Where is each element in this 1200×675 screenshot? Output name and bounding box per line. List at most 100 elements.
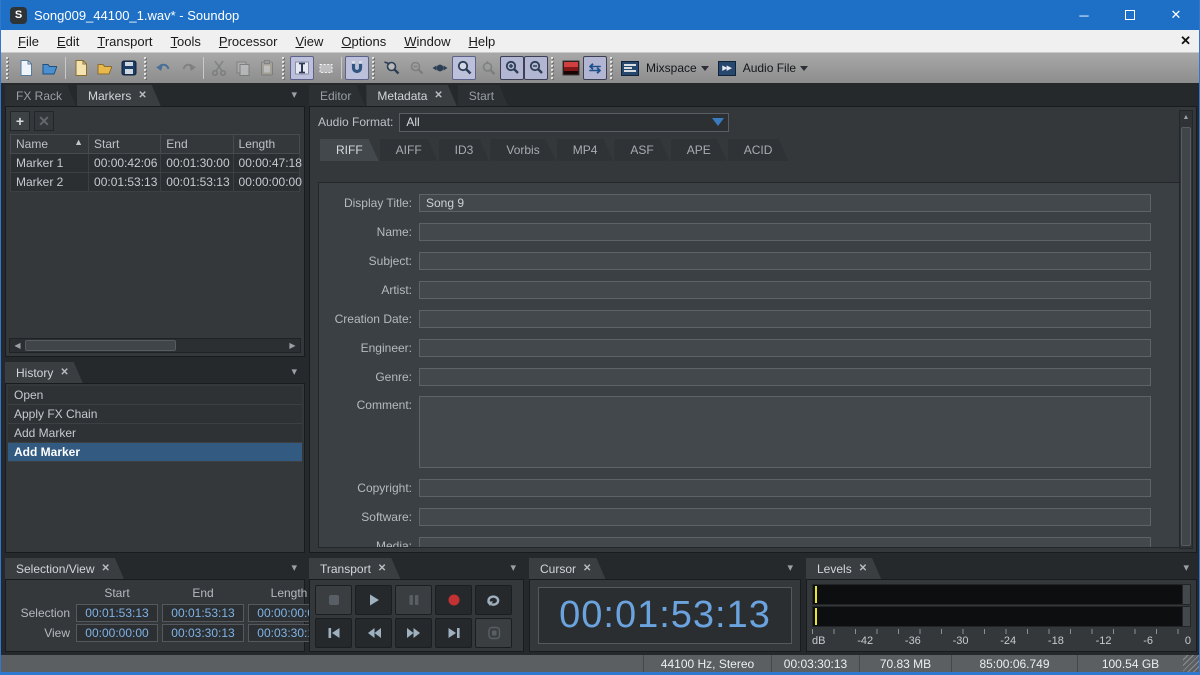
audio-file-icon-button[interactable]: ▶▶ [715, 56, 739, 80]
menu-edit[interactable]: Edit [48, 32, 88, 51]
creation-date-field[interactable] [419, 310, 1151, 328]
new-project-button[interactable] [69, 56, 93, 80]
zoom-out-button[interactable] [524, 56, 548, 80]
menu-help[interactable]: Help [459, 32, 504, 51]
panel-menu-arrow[interactable]: ▾ [291, 90, 297, 101]
maximize-button[interactable] [1107, 0, 1153, 30]
col-header-end[interactable]: End [161, 135, 233, 154]
tab-history[interactable]: History✕ [5, 362, 83, 383]
close-tab-icon[interactable]: ✕ [60, 367, 68, 378]
audio-file-dropdown-icon[interactable] [800, 66, 808, 71]
marker-row[interactable]: Marker 2 00:01:53:13 00:01:53:13 00:00:0… [11, 173, 300, 192]
mixspace-dropdown-icon[interactable] [701, 66, 709, 71]
format-tab-ape[interactable]: APE [671, 139, 727, 161]
history-item[interactable]: Add Marker [8, 424, 302, 443]
format-tab-asf[interactable]: ASF [614, 139, 669, 161]
panel-menu-arrow[interactable]: ▾ [787, 563, 793, 574]
toolbar-grip[interactable] [5, 56, 12, 80]
format-tab-acid[interactable]: ACID [728, 139, 789, 161]
save-button[interactable] [117, 56, 141, 80]
format-tab-riff[interactable]: RIFF [320, 139, 379, 161]
menu-processor[interactable]: Processor [210, 32, 287, 51]
media-field[interactable] [419, 537, 1151, 549]
marker-row[interactable]: Marker 1 00:00:42:06 00:01:30:00 00:00:4… [11, 154, 300, 173]
panel-menu-arrow[interactable]: ▾ [291, 563, 297, 574]
tab-start[interactable]: Start [458, 85, 508, 106]
history-item-selected[interactable]: Add Marker [8, 443, 302, 462]
toolbar-grip[interactable] [609, 56, 616, 80]
scroll-up-icon[interactable]: ▲ [1180, 111, 1192, 125]
markers-horizontal-scrollbar[interactable]: ◀ ▶ [9, 338, 301, 353]
col-header-length[interactable]: Length [233, 135, 299, 154]
loop-button[interactable] [475, 585, 512, 615]
selection-start-field[interactable]: 00:01:53:13 [76, 604, 158, 622]
go-to-end-button[interactable] [435, 618, 472, 648]
mixspace-label[interactable]: Mixspace [646, 61, 697, 75]
scrollbar-track[interactable] [25, 339, 285, 352]
metadata-vertical-scrollbar[interactable]: ▲ [1179, 110, 1193, 549]
view-start-field[interactable]: 00:00:00:00 [76, 624, 158, 642]
close-tab-icon[interactable]: ✕ [102, 563, 110, 574]
scroll-left-icon[interactable]: ◀ [10, 341, 25, 350]
genre-field[interactable] [419, 368, 1151, 386]
format-tab-id3[interactable]: ID3 [439, 139, 490, 161]
mixspace-icon-button[interactable] [618, 56, 642, 80]
toolbar-grip[interactable] [550, 56, 557, 80]
close-document-icon[interactable]: ✕ [1180, 33, 1191, 49]
toolbar-grip[interactable] [371, 56, 378, 80]
engineer-field[interactable] [419, 339, 1151, 357]
go-to-start-button[interactable] [315, 618, 352, 648]
cursor-time-display[interactable]: 00:01:53:13 [538, 587, 792, 644]
toolbar-grip[interactable] [281, 56, 288, 80]
artist-field[interactable] [419, 281, 1151, 299]
close-button[interactable]: ✕ [1153, 0, 1199, 30]
play-button[interactable] [355, 585, 392, 615]
resize-grip[interactable] [1183, 655, 1199, 672]
minimize-button[interactable]: ─ [1061, 0, 1107, 30]
tab-cursor[interactable]: Cursor✕ [529, 558, 605, 579]
format-tab-vorbis[interactable]: Vorbis [490, 139, 555, 161]
zoom-tool-button[interactable] [452, 56, 476, 80]
menu-options[interactable]: Options [332, 32, 395, 51]
panel-menu-arrow[interactable]: ▾ [1183, 563, 1189, 574]
scrollbar-thumb[interactable] [1181, 127, 1191, 546]
close-tab-icon[interactable]: ✕ [434, 90, 442, 101]
zoom-fit-horizontal-button[interactable] [428, 56, 452, 80]
subject-field[interactable] [419, 252, 1151, 270]
fast-forward-button[interactable] [395, 618, 432, 648]
level-meters[interactable] [812, 584, 1191, 628]
new-audio-file-button[interactable] [14, 56, 38, 80]
tab-fx-rack[interactable]: FX Rack [5, 85, 76, 106]
zoom-selection-button[interactable] [380, 56, 404, 80]
history-item[interactable]: Apply FX Chain [8, 405, 302, 424]
panel-menu-arrow[interactable]: ▾ [291, 367, 297, 378]
name-field[interactable] [419, 223, 1151, 241]
scrollbar-thumb[interactable] [25, 340, 176, 351]
format-tab-aiff[interactable]: AIFF [380, 139, 438, 161]
comment-field[interactable] [419, 396, 1151, 468]
history-item[interactable]: Open [8, 386, 302, 405]
record-button[interactable] [435, 585, 472, 615]
format-tab-mp4[interactable]: MP4 [557, 139, 614, 161]
audio-file-label[interactable]: Audio File [743, 61, 796, 75]
close-tab-icon[interactable]: ✕ [859, 563, 867, 574]
tab-selection-view[interactable]: Selection/View✕ [5, 558, 124, 579]
convert-sample-type-button[interactable]: ⇆ [583, 56, 607, 80]
close-tab-icon[interactable]: ✕ [378, 563, 386, 574]
tab-levels[interactable]: Levels✕ [806, 558, 881, 579]
menu-transport[interactable]: Transport [88, 32, 161, 51]
close-tab-icon[interactable]: ✕ [583, 563, 591, 574]
copyright-field[interactable] [419, 479, 1151, 497]
tab-transport[interactable]: Transport✕ [309, 558, 400, 579]
menu-tools[interactable]: Tools [162, 32, 210, 51]
rewind-button[interactable] [355, 618, 392, 648]
tab-metadata[interactable]: Metadata✕ [366, 85, 456, 106]
display-title-field[interactable] [419, 194, 1151, 212]
spectrum-display-button[interactable] [559, 56, 583, 80]
col-header-name[interactable]: Name▲ [11, 135, 89, 154]
tab-markers[interactable]: Markers✕ [77, 85, 161, 106]
snap-toggle-button[interactable] [345, 56, 369, 80]
undo-button[interactable] [152, 56, 176, 80]
selection-end-field[interactable]: 00:01:53:13 [162, 604, 244, 622]
zoom-in-button[interactable] [500, 56, 524, 80]
